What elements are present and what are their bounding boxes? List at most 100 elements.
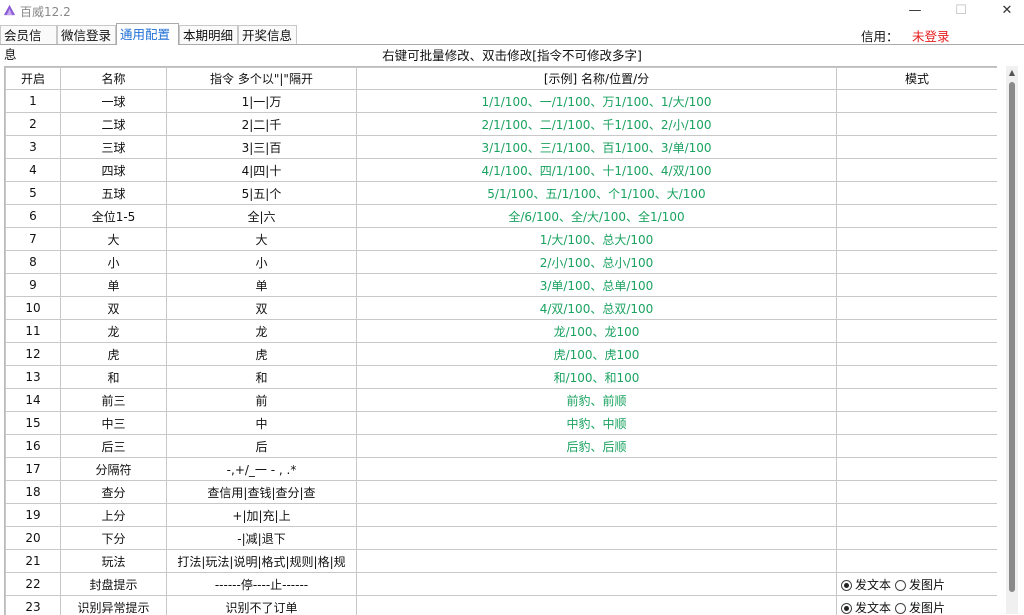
send-image-radio[interactable] [895,603,906,614]
send-text-radio[interactable] [841,603,852,614]
table-row[interactable]: 11龙龙龙/100、龙100 [6,320,998,343]
header-enabled[interactable]: 开启 [6,68,61,90]
example-cell[interactable]: 2/小/100、总小/100 [357,251,837,274]
table-row[interactable]: 5五球5|五|个5/1/100、五/1/100、个1/100、大/100 [6,182,998,205]
command-cell[interactable]: 3|三|百 [167,136,357,159]
row-number-cell[interactable]: 14 [6,389,61,412]
vertical-scrollbar[interactable]: ▲ [1006,66,1018,614]
example-cell[interactable]: 3/单/100、总单/100 [357,274,837,297]
example-cell[interactable]: 虎/100、虎100 [357,343,837,366]
table-row[interactable]: 3三球3|三|百3/1/100、三/1/100、百1/100、3/单/100 [6,136,998,159]
mode-cell[interactable] [837,458,998,481]
row-number-cell[interactable]: 8 [6,251,61,274]
row-number-cell[interactable]: 18 [6,481,61,504]
tab-period-details[interactable]: 本期明细 [179,25,238,44]
table-row[interactable]: 7大大1/大/100、总大/100 [6,228,998,251]
tab-draw-info[interactable]: 开奖信息 [238,25,297,44]
mode-cell[interactable] [837,251,998,274]
command-cell[interactable]: 前 [167,389,357,412]
name-cell[interactable]: 全位1-5 [61,205,167,228]
row-number-cell[interactable]: 9 [6,274,61,297]
name-cell[interactable]: 和 [61,366,167,389]
row-number-cell[interactable]: 16 [6,435,61,458]
example-cell[interactable] [357,527,837,550]
command-cell[interactable]: 后 [167,435,357,458]
row-number-cell[interactable]: 13 [6,366,61,389]
table-row[interactable]: 21玩法打法|玩法|说明|格式|规则|格|规 [6,550,998,573]
header-name[interactable]: 名称 [61,68,167,90]
command-cell[interactable]: 单 [167,274,357,297]
command-cell[interactable]: 识别不了订单 [167,596,357,615]
header-command[interactable]: 指令 多个以"|"隔开 [167,68,357,90]
table-row[interactable]: 8小小2/小/100、总小/100 [6,251,998,274]
maximize-button[interactable]: ☐ [938,0,984,22]
example-cell[interactable]: 后豹、后顺 [357,435,837,458]
send-image-label[interactable]: 发图片 [909,601,945,615]
command-cell[interactable]: ------停----止------ [167,573,357,596]
mode-cell[interactable] [837,182,998,205]
command-cell[interactable]: 1|一|万 [167,90,357,113]
table-row[interactable]: 19上分+|加|充|上 [6,504,998,527]
command-cell[interactable]: 中 [167,412,357,435]
command-cell[interactable]: 小 [167,251,357,274]
table-row[interactable]: 10双双4/双/100、总双/100 [6,297,998,320]
command-cell[interactable]: 双 [167,297,357,320]
name-cell[interactable]: 识别异常提示 [61,596,167,615]
mode-cell[interactable]: 发文本发图片 [837,573,998,596]
tab-member-info[interactable]: 会员信息 [0,25,57,44]
name-cell[interactable]: 一球 [61,90,167,113]
row-number-cell[interactable]: 1 [6,90,61,113]
name-cell[interactable]: 封盘提示 [61,573,167,596]
row-number-cell[interactable]: 5 [6,182,61,205]
name-cell[interactable]: 龙 [61,320,167,343]
header-example[interactable]: [示例] 名称/位置/分 [357,68,837,90]
table-row[interactable]: 1一球1|一|万1/1/100、一/1/100、万1/100、1/大/100 [6,90,998,113]
name-cell[interactable]: 虎 [61,343,167,366]
example-cell[interactable]: 3/1/100、三/1/100、百1/100、3/单/100 [357,136,837,159]
command-cell[interactable]: -|减|退下 [167,527,357,550]
command-cell[interactable]: 大 [167,228,357,251]
row-number-cell[interactable]: 6 [6,205,61,228]
table-row[interactable]: 13和和和/100、和100 [6,366,998,389]
command-cell[interactable]: 5|五|个 [167,182,357,205]
example-cell[interactable] [357,481,837,504]
command-cell[interactable]: -,+/_一 - , .* [167,458,357,481]
table-row[interactable]: 4四球4|四|十4/1/100、四/1/100、十1/100、4/双/100 [6,159,998,182]
example-cell[interactable]: 中豹、中顺 [357,412,837,435]
name-cell[interactable]: 三球 [61,136,167,159]
example-cell[interactable]: 1/1/100、一/1/100、万1/100、1/大/100 [357,90,837,113]
mode-cell[interactable] [837,527,998,550]
command-cell[interactable]: 龙 [167,320,357,343]
table-row[interactable]: 16后三后后豹、后顺 [6,435,998,458]
minimize-button[interactable]: — [892,0,938,22]
example-cell[interactable]: 2/1/100、二/1/100、千1/100、2/小/100 [357,113,837,136]
name-cell[interactable]: 查分 [61,481,167,504]
scrollbar-thumb[interactable] [1009,82,1015,592]
mode-cell[interactable] [837,343,998,366]
example-cell[interactable] [357,596,837,615]
table-row[interactable]: 6全位1-5全|六全/6/100、全/大/100、全1/100 [6,205,998,228]
mode-cell[interactable] [837,550,998,573]
mode-cell[interactable] [837,274,998,297]
example-cell[interactable]: 前豹、前顺 [357,389,837,412]
mode-cell[interactable] [837,435,998,458]
name-cell[interactable]: 大 [61,228,167,251]
send-image-label[interactable]: 发图片 [909,578,945,592]
send-image-radio[interactable] [895,580,906,591]
mode-cell[interactable] [837,389,998,412]
command-cell[interactable]: 查信用|查钱|查分|查 [167,481,357,504]
command-cell[interactable]: 全|六 [167,205,357,228]
name-cell[interactable]: 玩法 [61,550,167,573]
example-cell[interactable]: 4/1/100、四/1/100、十1/100、4/双/100 [357,159,837,182]
command-cell[interactable]: +|加|充|上 [167,504,357,527]
tab-wechat-login[interactable]: 微信登录 [57,25,116,44]
example-cell[interactable]: 和/100、和100 [357,366,837,389]
name-cell[interactable]: 前三 [61,389,167,412]
row-number-cell[interactable]: 23 [6,596,61,615]
example-cell[interactable] [357,504,837,527]
row-number-cell[interactable]: 7 [6,228,61,251]
command-cell[interactable]: 和 [167,366,357,389]
name-cell[interactable]: 小 [61,251,167,274]
example-cell[interactable]: 全/6/100、全/大/100、全1/100 [357,205,837,228]
row-number-cell[interactable]: 3 [6,136,61,159]
